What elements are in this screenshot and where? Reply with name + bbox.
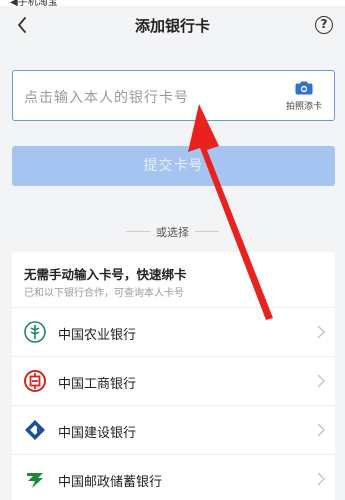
bank-name: 中国邮政储蓄银行 [58,475,163,490]
bank-row-abc[interactable]: 中国农业银行 [12,307,335,356]
or-choose-label: 或选择 [156,226,189,239]
camera-icon [295,81,313,95]
icbc-bank-icon [24,370,46,392]
bank-row-icbc[interactable]: 中国工商银行 [12,356,335,405]
bank-row-psbc[interactable]: 中国邮政储蓄银行 [12,454,335,500]
chevron-right-icon [317,423,325,437]
quick-bind-title: 无需手动输入卡号，快速绑卡 [24,267,187,282]
bank-name: 中国工商银行 [58,377,137,392]
chevron-right-icon [317,325,325,339]
quick-bind-subtitle: 已和以下银行合作，可查询本人卡号 [24,288,184,299]
help-button[interactable]: ? [315,16,333,34]
submit-card-button[interactable]: 提交卡号 [12,146,335,186]
page-title: 添加银行卡 [134,17,210,35]
bank-name: 中国建设银行 [58,426,137,441]
psbc-bank-icon [27,473,43,488]
photo-add-card-button[interactable]: 拍照添卡 [280,81,328,115]
chevron-right-icon [317,472,325,486]
ccb-bank-icon [25,420,45,440]
photo-add-label: 拍照添卡 [285,102,322,112]
quick-bind-panel: 无需手动输入卡号，快速绑卡 已和以下银行合作，可查询本人卡号 中国农业银行 中国… [12,252,335,500]
card-number-placeholder: 点击输入本人的银行卡号 [24,90,189,106]
abc-bank-icon [24,321,46,343]
chevron-right-icon [317,374,325,388]
bank-name: 中国农业银行 [58,328,137,343]
card-number-input[interactable]: 点击输入本人的银行卡号 拍照添卡 [12,70,335,121]
divider-line-right [195,231,219,232]
navigation-bar: 添加银行卡 ? [0,6,345,46]
bank-row-ccb[interactable]: 中国建设银行 [12,405,335,454]
